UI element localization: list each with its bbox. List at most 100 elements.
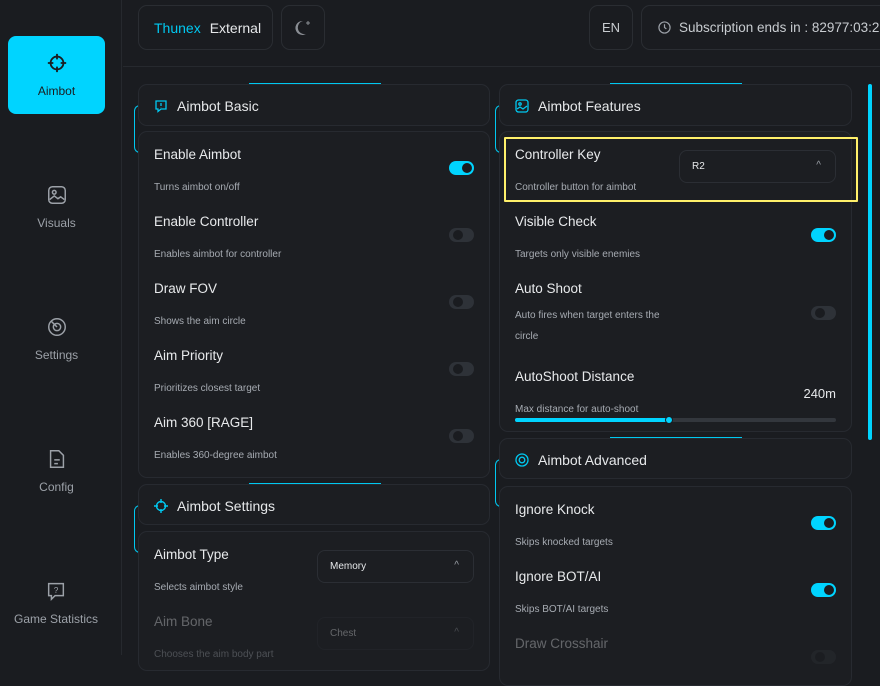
chevron-up-icon: ^ <box>816 160 821 171</box>
setting-title: Aim 360 [RAGE] <box>154 415 254 430</box>
setting-desc: Targets only visible enemies <box>515 249 641 260</box>
card-title: Aimbot Advanced <box>538 452 647 468</box>
setting-title: Ignore Knock <box>515 502 595 517</box>
setting-row: Enable Controller Enables aimbot for cont… <box>154 202 474 262</box>
setting-row: Ignore BOT/AI Skips BOT/AI targets <box>515 557 836 617</box>
setting-title: Aimbot Type <box>154 547 229 562</box>
moon-icon <box>295 20 310 35</box>
aimbot-settings-body: Aimbot Type Selects aimbot style Memory ^ Ai… <box>138 531 490 671</box>
controller-key-select[interactable]: R2 ^ <box>679 150 836 183</box>
sidebar-item-label: Config <box>39 480 74 494</box>
distance-slider[interactable] <box>515 416 836 424</box>
sidebar-item-label: Game Statistics <box>13 612 99 626</box>
visible-check-toggle[interactable] <box>811 228 836 242</box>
setting-desc: Turns aimbot on/off <box>154 182 240 193</box>
aimbot-basic-body: Enable Aimbot Turns aimbot on/off Enable C… <box>138 131 490 478</box>
crosshair-icon <box>47 53 66 73</box>
aimbot-basic-header: Aimbot Basic <box>138 84 490 126</box>
sidebar-item-visuals[interactable]: Visuals <box>8 168 105 246</box>
setting-row-visible-check: Visible Check Targets only visible enemi… <box>515 202 836 262</box>
distance-value: 240m <box>803 386 836 401</box>
select-value: R2 <box>692 161 705 172</box>
setting-title: Controller Key <box>515 147 601 162</box>
setting-title: Auto Shoot <box>515 281 582 296</box>
image-icon <box>515 99 529 113</box>
setting-title: Enable Controller <box>154 214 259 229</box>
brand-box: Thunex External <box>138 5 273 50</box>
product-name: External <box>209 19 262 36</box>
setting-toggle[interactable] <box>811 583 836 597</box>
sidebar-item-label: Aimbot <box>37 84 76 98</box>
setting-row: Aimbot Type Selects aimbot style Memory ^ <box>154 535 474 595</box>
select-value: Chest <box>330 628 357 639</box>
setting-title: Visible Check <box>515 214 597 229</box>
setting-title: AutoShoot Distance <box>515 369 635 384</box>
setting-title: Aim Priority <box>154 348 224 363</box>
card-title: Aimbot Features <box>538 98 641 114</box>
setting-row-autoshoot-distance: AutoShoot Distance Max distance for auto… <box>515 357 836 424</box>
setting-toggle[interactable] <box>449 161 474 175</box>
theme-toggle-button[interactable] <box>281 5 325 50</box>
select-value: Memory <box>330 561 367 572</box>
setting-title: Ignore BOT/AI <box>515 569 602 584</box>
sidebar-item-settings[interactable]: Settings <box>8 300 105 378</box>
brand-name: Thunex <box>154 19 201 36</box>
language-button[interactable]: EN <box>589 5 633 50</box>
card-title: Aimbot Basic <box>177 98 259 114</box>
setting-row: Ignore Knock Skips knocked targets <box>515 490 836 550</box>
setting-row: Draw FOV Shows the aim circle <box>154 269 474 329</box>
setting-row-auto-shoot: Auto Shoot Auto fires when target enters… <box>515 269 836 342</box>
crosshair-icon <box>154 499 168 513</box>
setting-desc: Skips knocked targets <box>515 537 613 548</box>
setting-row: Enable Aimbot Turns aimbot on/off <box>154 135 474 195</box>
setting-desc: Skips BOT/AI targets <box>515 604 609 615</box>
sidebar-item-aimbot[interactable]: Aimbot <box>8 36 105 114</box>
svg-text:?: ? <box>54 586 59 595</box>
chevron-up-icon: ^ <box>454 627 459 638</box>
sidebar-item-label: Visuals <box>37 216 76 230</box>
file-icon <box>49 450 64 468</box>
setting-toggle[interactable] <box>449 295 474 309</box>
aimbot-advanced-body: Ignore Knock Skips knocked targets Ignore … <box>499 486 852 686</box>
setting-title: Draw FOV <box>154 281 218 296</box>
setting-desc: Controller button for aimbot <box>515 182 637 193</box>
setting-desc: Auto fires when target enters the circle <box>515 310 660 342</box>
sidebar-item-game-statistics[interactable]: ? Game Statistics <box>0 564 112 642</box>
setting-select[interactable]: Memory ^ <box>317 550 474 583</box>
setting-row-controller-key: Controller Key Controller button for aim… <box>515 135 836 195</box>
chevron-up-icon: ^ <box>454 560 459 571</box>
setting-row: Aim Bone Chooses the aim body part Chest ^ <box>154 602 474 662</box>
setting-desc: Selects aimbot style <box>154 582 243 593</box>
setting-desc: Shows the aim circle <box>154 316 246 327</box>
image-icon <box>47 186 66 204</box>
setting-toggle[interactable] <box>449 362 474 376</box>
aimbot-advanced-header: Aimbot Advanced <box>499 438 852 479</box>
setting-select[interactable]: Chest ^ <box>317 617 474 650</box>
aimbot-features-body: Controller Key Controller button for aim… <box>499 131 858 432</box>
setting-title: Enable Aimbot <box>154 147 242 162</box>
setting-toggle[interactable] <box>449 429 474 443</box>
slider-fill <box>515 418 670 422</box>
setting-toggle[interactable] <box>811 516 836 530</box>
help-icon: ? <box>47 582 65 602</box>
auto-shoot-toggle[interactable] <box>811 306 836 320</box>
scrollbar-thumb[interactable] <box>868 84 872 440</box>
subscription-box: Subscription ends in : 82977:03:21 <box>641 5 880 50</box>
sidebar-item-label: Settings <box>34 348 79 362</box>
setting-toggle[interactable] <box>811 650 836 664</box>
setting-title: Aim Bone <box>154 614 213 629</box>
setting-toggle[interactable] <box>449 228 474 242</box>
sidebar-item-config[interactable]: Config <box>8 432 105 510</box>
setting-desc: Enables 360-degree aimbot <box>154 450 277 461</box>
settings-icon <box>47 318 66 336</box>
message-alert-icon <box>155 100 167 113</box>
subscription-text: Subscription ends in : 82977:03:21 <box>679 20 880 35</box>
setting-desc: Prioritizes closest target <box>154 383 261 394</box>
setting-desc: Enables aimbot for controller <box>154 249 282 260</box>
setting-row: Aim Priority Prioritizes closest target <box>154 336 474 396</box>
clock-icon <box>658 21 671 34</box>
setting-row: Aim 360 [RAGE] Enables 360-degree aimbot <box>154 403 474 463</box>
aimbot-settings-header: Aimbot Settings <box>138 484 490 525</box>
aimbot-features-header: Aimbot Features <box>499 84 852 126</box>
slider-thumb[interactable] <box>665 416 674 424</box>
